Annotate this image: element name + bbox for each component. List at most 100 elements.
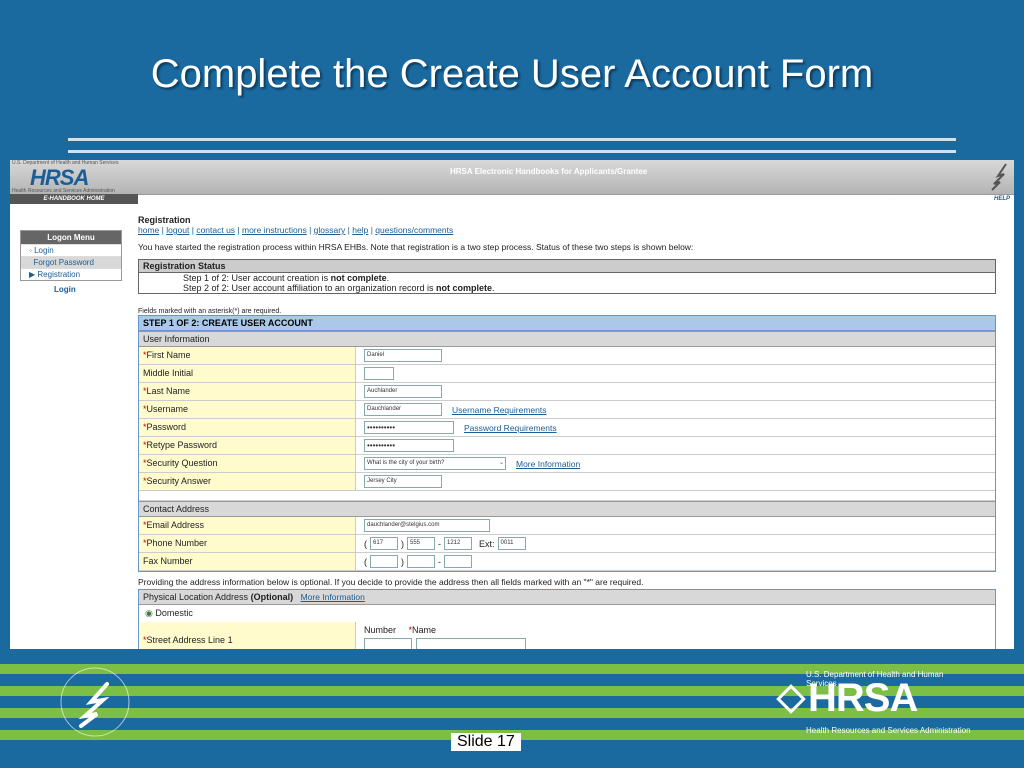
email-input[interactable]: dauchlander@stelgius.com (364, 519, 490, 532)
first-name-input[interactable]: Daniel (364, 349, 442, 362)
row-phone: *Phone Number (617) 555-1212 Ext: 0011 (139, 535, 995, 553)
phone-area-input[interactable]: 617 (370, 537, 398, 550)
label-text: Middle Initial (143, 368, 194, 378)
top-links: home | logout | contact us | more instru… (138, 225, 454, 235)
row-street-address: *Street Address Line 1 Number *Name (139, 622, 995, 649)
retype-password-input[interactable]: •••••••••• (364, 439, 454, 452)
street-number-input[interactable] (364, 638, 412, 649)
fax-line-input[interactable] (444, 555, 472, 568)
logon-item-label: Login (34, 246, 54, 255)
label-first-name: *First Name (139, 347, 356, 364)
name-label: Name (412, 625, 437, 635)
status-step-1: Step 1 of 2: User account creation is no… (183, 273, 390, 283)
label-password: *Password (139, 419, 356, 436)
label-text: First Name (146, 350, 191, 360)
row-first-name: *First Name Daniel (139, 347, 995, 365)
spacer (139, 491, 995, 501)
link-home[interactable]: home (138, 225, 159, 235)
row-middle-initial: Middle Initial (139, 365, 995, 383)
label-retype-password: *Retype Password (139, 437, 356, 454)
main-content: Registration home | logout | contact us … (138, 215, 996, 649)
domestic-radio[interactable]: ◉ Domestic (139, 605, 995, 622)
link-questions-comments[interactable]: questions/comments (375, 225, 453, 235)
physical-address-label: Physical Location Address (143, 592, 249, 602)
phone-ext-input[interactable]: 0011 (497, 537, 526, 550)
security-answer-input[interactable]: Jersey City (364, 475, 442, 488)
label-text: Phone Number (146, 538, 208, 548)
footer-tagline: Health Resources and Services Administra… (806, 726, 971, 735)
last-name-input[interactable]: Auchlander (364, 385, 442, 398)
security-question-value: What is the city of your birth? (367, 460, 445, 466)
hrsa-logo[interactable]: U.S. Department of Health and Human Serv… (10, 160, 138, 194)
registration-intro: You have started the registration proces… (138, 242, 694, 252)
user-information-title: User Information (139, 331, 995, 347)
app-header: U.S. Department of Health and Human Serv… (10, 160, 1014, 195)
link-contact-us[interactable]: contact us (196, 225, 235, 235)
logon-item-label: Forgot Password (33, 258, 94, 267)
status-step-1-state: not complete (330, 273, 387, 283)
create-user-form: STEP 1 OF 2: CREATE USER ACCOUNT User In… (138, 315, 996, 572)
phone-prefix-input[interactable]: 555 (407, 537, 435, 550)
logon-item-label: Registration (37, 270, 81, 279)
domestic-label: Domestic (155, 608, 193, 618)
arrow-right-icon: ▶ (29, 270, 36, 279)
app-title: HRSA Electronic Handbooks for Applicants… (450, 167, 648, 176)
street-name-input[interactable] (416, 638, 526, 649)
label-text: Street Address Line 1 (146, 635, 233, 645)
phone-line-input[interactable]: 1212 (444, 537, 472, 550)
hhs-seal-icon (60, 667, 130, 737)
row-fax: Fax Number () - (139, 553, 995, 571)
radio-selected-icon: ◉ (145, 608, 153, 618)
username-requirements-link[interactable]: Username Requirements (452, 405, 546, 415)
current-login-label: Login (54, 285, 76, 294)
link-logout[interactable]: logout (166, 225, 189, 235)
physical-more-information-link[interactable]: More Information (301, 592, 365, 602)
link-glossary[interactable]: glossary (314, 225, 346, 235)
step-title: STEP 1 OF 2: CREATE USER ACCOUNT (139, 316, 995, 331)
security-question-select[interactable]: What is the city of your birth? ⌄ (364, 457, 506, 470)
logon-menu-title: Logon Menu (21, 231, 121, 244)
status-step-1-text: Step 1 of 2: User account creation is (183, 273, 329, 283)
label-fax: Fax Number (139, 553, 356, 570)
ext-label: Ext: (479, 538, 495, 549)
physical-address-title: Physical Location Address (Optional) Mor… (139, 590, 995, 605)
label-text: Username (146, 404, 189, 414)
number-label: Number (364, 625, 397, 635)
e-handbook-home-tab[interactable]: E-HANDBOOK HOME (10, 194, 138, 204)
password-input[interactable]: •••••••••• (364, 421, 454, 434)
hhs-eagle-icon (991, 163, 1007, 191)
label-text: Fax Number (143, 556, 193, 566)
status-title: Registration Status (139, 260, 995, 273)
label-text: Security Question (146, 458, 218, 468)
hrsa-footer-logo: U.S. Department of Health and Human Serv… (776, 670, 976, 736)
screenshot: U.S. Department of Health and Human Serv… (10, 160, 1014, 649)
more-information-link[interactable]: More Information (516, 459, 580, 469)
required-note: Fields marked with an asterisk(*) are re… (138, 308, 282, 315)
contact-address-title: Contact Address (139, 501, 995, 517)
fax-prefix-input[interactable] (407, 555, 435, 568)
label-phone: *Phone Number (139, 535, 356, 552)
label-username: *Username (139, 401, 356, 418)
slide-number: Slide 17 (451, 733, 521, 751)
hrsa-diamond-icon (776, 684, 806, 714)
row-password: *Password •••••••••• Password Requirement… (139, 419, 995, 437)
label-text: Email Address (146, 520, 205, 530)
title-rule (68, 138, 956, 153)
middle-initial-input[interactable] (364, 367, 394, 380)
password-requirements-link[interactable]: Password Requirements (464, 423, 557, 433)
link-help[interactable]: help (352, 225, 368, 235)
row-username: *Username Dauchlander Username Requiremen… (139, 401, 995, 419)
registration-heading: Registration (138, 215, 191, 225)
logon-item-forgot-password[interactable]: Forgot Password (21, 256, 121, 268)
physical-address-optional: (Optional) (250, 592, 294, 602)
link-more-instructions[interactable]: more instructions (242, 225, 307, 235)
help-link[interactable]: HELP (994, 196, 1010, 202)
logon-item-login[interactable]: ◦ Login (21, 244, 121, 256)
label-text: Security Answer (146, 476, 212, 486)
username-input[interactable]: Dauchlander (364, 403, 442, 416)
logon-item-registration[interactable]: ▶ Registration (21, 268, 121, 280)
fax-area-input[interactable] (370, 555, 398, 568)
row-security-question: *Security Question What is the city of y… (139, 455, 995, 473)
label-text: Retype Password (146, 440, 218, 450)
row-last-name: *Last Name Auchlander (139, 383, 995, 401)
